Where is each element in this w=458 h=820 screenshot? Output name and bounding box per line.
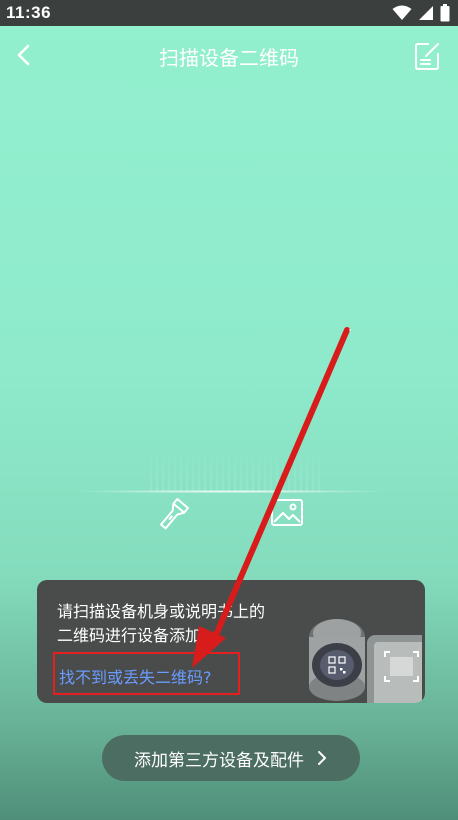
add-third-party-label: 添加第三方设备及配件 xyxy=(134,750,304,771)
guide-card: 请扫描设备机身或说明书上的二维码进行设备添加 找不到或丢失二维码? xyxy=(37,580,425,703)
album-button[interactable] xyxy=(268,496,306,530)
qr-missing-link[interactable]: 找不到或丢失二维码? xyxy=(59,664,212,688)
qr-missing-link-box[interactable]: 找不到或丢失二维码? xyxy=(53,652,240,695)
status-bar: 11:36 xyxy=(0,0,458,26)
page-title: 扫描设备二维码 xyxy=(159,46,299,70)
status-icons xyxy=(392,4,450,22)
flashlight-button[interactable] xyxy=(155,497,191,533)
guide-text: 请扫描设备机身或说明书上的二维码进行设备添加 xyxy=(57,602,266,645)
add-third-party-button[interactable]: 添加第三方设备及配件 xyxy=(102,735,360,781)
scan-glow xyxy=(150,445,320,491)
edit-note-icon xyxy=(415,43,439,70)
status-time: 11:36 xyxy=(6,3,52,22)
device-illustration xyxy=(309,619,422,703)
flashlight-icon xyxy=(160,498,190,530)
edit-note-button[interactable] xyxy=(412,39,442,73)
chevron-right-icon xyxy=(318,751,326,765)
image-icon xyxy=(271,499,303,526)
battery-icon xyxy=(440,4,450,22)
wifi-icon xyxy=(392,5,412,20)
signal-icon xyxy=(419,6,433,20)
scan-line xyxy=(80,490,380,493)
header: 扫描设备二维码 xyxy=(0,30,458,82)
